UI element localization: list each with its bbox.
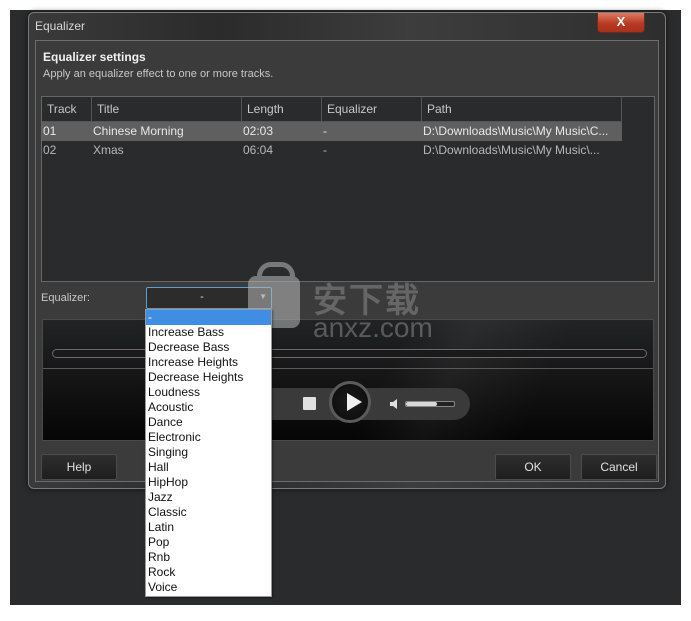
column-header-path[interactable]: Path [422,97,622,121]
cell-title: Chinese Morning [93,124,184,138]
cell-length: 02:03 [243,124,274,138]
column-header-length[interactable]: Length [242,97,322,121]
dropdown-option[interactable]: Decrease Bass [146,340,271,355]
dropdown-option[interactable]: Dance [146,415,271,430]
cancel-button[interactable]: Cancel [581,454,657,480]
equalizer-select[interactable]: - ▼ [146,287,272,309]
column-header-title[interactable]: Title [92,97,242,121]
cell-track: 01 [43,124,57,138]
track-list[interactable]: Track Title Length Equalizer Path 01 Chi… [41,96,655,282]
ok-button[interactable]: OK [495,454,571,480]
equalizer-dropdown-list[interactable]: - Increase Bass Decrease Bass Increase Heig… [145,309,272,597]
dropdown-option[interactable]: Classic [146,505,271,520]
close-icon: X [616,14,626,29]
column-header-equalizer[interactable]: Equalizer [322,97,422,121]
volume-icon[interactable] [389,398,401,410]
track-list-header: Track Title Length Equalizer Path [42,97,622,122]
cell-path: D:\Downloads\Music\My Music\C... [423,124,609,138]
cell-length: 06:04 [243,143,274,157]
stop-button[interactable] [303,397,316,410]
settings-panel: Equalizer settings Apply an equalizer ef… [35,40,659,482]
volume-slider[interactable] [405,401,455,407]
dropdown-option[interactable]: Decrease Heights [146,370,271,385]
player-divider [43,368,653,369]
cell-path: D:\Downloads\Music\My Music\... [423,143,600,157]
equalizer-dialog: Equalizer X Equalizer settings Apply an … [28,12,666,489]
dropdown-option[interactable]: Rnb [146,550,271,565]
close-button[interactable]: X [597,13,645,33]
cell-equalizer: - [323,143,327,157]
dropdown-option[interactable]: - [146,310,271,325]
column-header-track[interactable]: Track [42,97,92,121]
cell-title: Xmas [93,143,124,157]
help-button[interactable]: Help [41,454,117,480]
dropdown-option[interactable]: Acoustic [146,400,271,415]
cell-equalizer: - [323,124,327,138]
panel-subheading: Apply an equalizer effect to one or more… [43,68,274,80]
play-icon [347,393,362,411]
dropdown-option[interactable]: Increase Heights [146,355,271,370]
dropdown-option[interactable]: Jazz [146,490,271,505]
title-bar: Equalizer X [29,13,665,39]
window-title: Equalizer [35,19,86,33]
equalizer-label: Equalizer: [41,292,90,304]
play-button[interactable] [329,381,371,423]
preview-player [42,319,654,441]
dropdown-option[interactable]: HipHop [146,475,271,490]
panel-heading: Equalizer settings [43,50,146,64]
dropdown-option[interactable]: Singing [146,445,271,460]
table-row[interactable]: 02 Xmas 06:04 - D:\Downloads\Music\My Mu… [42,141,622,160]
dropdown-option[interactable]: Loudness [146,385,271,400]
equalizer-select-value: - [200,291,204,303]
seek-bar[interactable] [52,349,647,358]
dropdown-option[interactable]: Voice [146,580,271,595]
dropdown-option[interactable]: Latin [146,520,271,535]
dropdown-option[interactable]: Pop [146,535,271,550]
cell-track: 02 [43,143,57,157]
chevron-down-icon: ▼ [259,292,267,301]
dropdown-option[interactable]: Rock [146,565,271,580]
volume-slider-fill [406,402,438,406]
dropdown-option[interactable]: Electronic [146,430,271,445]
dropdown-option[interactable]: Hall [146,460,271,475]
table-row[interactable]: 01 Chinese Morning 02:03 - D:\Downloads\… [42,122,622,141]
dropdown-option[interactable]: Increase Bass [146,325,271,340]
